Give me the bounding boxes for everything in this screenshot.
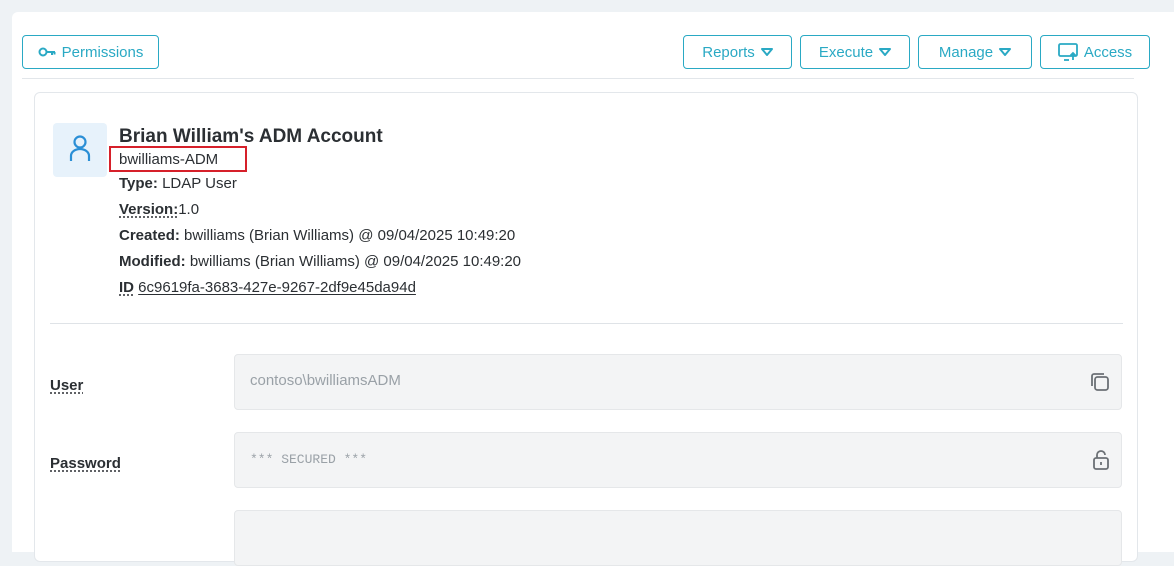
access-label: Access — [1083, 43, 1133, 61]
manage-label: Manage — [938, 43, 994, 61]
modified-row: Modified: bwilliams (Brian Williams) @ 0… — [119, 253, 521, 270]
created-row: Created: bwilliams (Brian Williams) @ 09… — [119, 227, 515, 244]
id-row: ID 6c9619fa-3683-427e-9267-2df9e45da94d — [119, 279, 416, 296]
user-field-value: contoso\bwilliamsADM — [250, 372, 401, 389]
caret-down-icon — [879, 48, 892, 56]
type-row: Type: LDAP User — [119, 175, 237, 192]
modified-label: Modified: — [119, 253, 186, 270]
id-value-link[interactable]: 6c9619fa-3683-427e-9267-2df9e45da94d — [138, 279, 416, 296]
version-label: Version: — [119, 201, 179, 218]
key-icon — [38, 46, 56, 58]
access-button[interactable]: Access — [1040, 35, 1150, 69]
execute-label: Execute — [818, 43, 874, 61]
copy-icon[interactable] — [1089, 371, 1111, 398]
type-label: Type: — [119, 175, 158, 192]
user-icon — [69, 134, 91, 167]
reports-label: Reports — [702, 43, 755, 61]
additional-field[interactable] — [234, 510, 1122, 566]
card-divider — [50, 323, 1123, 324]
permissions-button[interactable]: Permissions — [22, 35, 159, 69]
permissions-label: Permissions — [61, 43, 144, 61]
toolbar-divider — [22, 78, 1134, 79]
modified-value: bwilliams (Brian Williams) @ 09/04/2025 … — [189, 253, 522, 270]
reports-dropdown-button[interactable]: Reports — [683, 35, 792, 69]
unlock-icon[interactable] — [1091, 449, 1111, 476]
password-field[interactable]: *** SECURED *** — [234, 432, 1122, 488]
version-value: 1.0 — [178, 201, 200, 218]
avatar — [53, 123, 107, 177]
type-value: LDAP User — [162, 175, 237, 192]
created-value: bwilliams (Brian Williams) @ 09/04/2025 … — [184, 227, 516, 244]
password-field-value: *** SECURED *** — [250, 452, 368, 467]
id-label: ID — [119, 279, 134, 296]
password-field-label: Password — [50, 455, 121, 472]
user-field[interactable]: contoso\bwilliamsADM — [234, 354, 1122, 410]
caret-down-icon — [760, 48, 773, 56]
created-label: Created: — [119, 227, 180, 244]
main-panel: Permissions Reports Execute Manage Acces… — [12, 12, 1174, 566]
account-details-card: Brian William's ADM Account bwilliams-AD… — [34, 92, 1138, 566]
account-title: Brian William's ADM Account — [119, 126, 383, 147]
manage-dropdown-button[interactable]: Manage — [918, 35, 1032, 69]
user-field-label: User — [50, 377, 84, 394]
account-username: bwilliams-ADM — [119, 151, 219, 168]
caret-down-icon — [999, 48, 1012, 56]
execute-dropdown-button[interactable]: Execute — [800, 35, 910, 69]
toolbar: Permissions Reports Execute Manage Acces… — [12, 12, 1174, 80]
version-row: Version:1.0 — [119, 201, 199, 218]
monitor-upload-icon — [1057, 43, 1078, 61]
